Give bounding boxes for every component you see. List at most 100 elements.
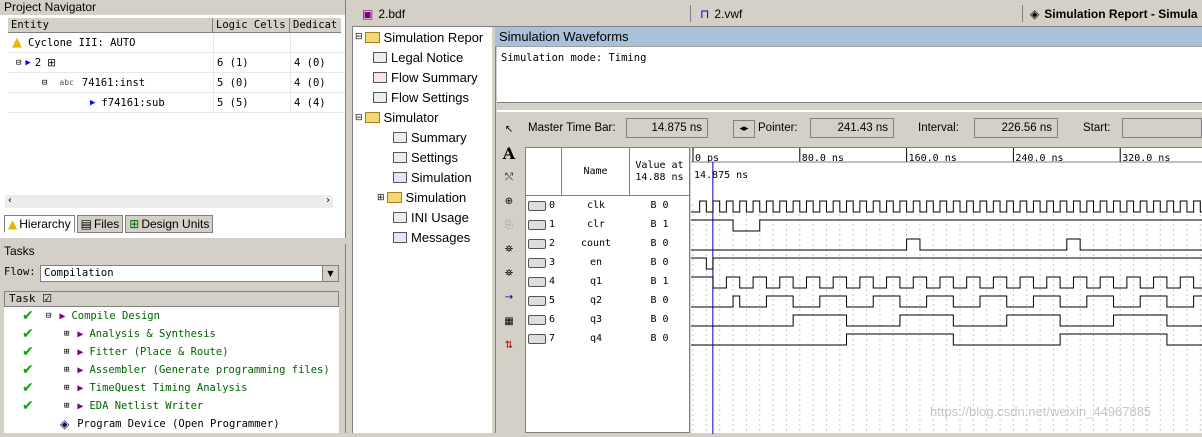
expand-icon[interactable]: ⊞ [64, 329, 69, 339]
tree-item[interactable]: ⊟ Simulator [353, 107, 492, 127]
arrow-right-icon[interactable]: → [497, 285, 521, 309]
collapse-icon[interactable]: ⊟ [16, 58, 21, 68]
entity-row[interactable]: ⊟ abc 74161:inst 5 (0) 4 (0) [8, 72, 345, 93]
scroll-right-icon[interactable]: › [325, 195, 331, 206]
task-row[interactable]: ✔ ⊞ ▶ Assembler (Generate programming files… [4, 361, 339, 379]
tab-simulation-report[interactable]: ◈ Simulation Report - Simula [1030, 4, 1202, 24]
folder-icon [386, 191, 402, 203]
collapse-icon[interactable]: ⊟ [355, 112, 363, 123]
signal-value: B 1 [650, 276, 669, 287]
entity-row[interactable]: ⊟ ▶ 2 ⊞ 6 (1) 4 (0) [8, 52, 345, 73]
scroll-left-icon[interactable]: ‹ [7, 195, 13, 206]
run-icon[interactable]: ▶ [77, 365, 83, 376]
run-icon[interactable]: ▶ [77, 329, 83, 340]
signal-row[interactable]: 6 q3 B 0 [526, 310, 689, 329]
signal-row[interactable]: 5 q2 B 0 [526, 291, 689, 310]
signal-row[interactable]: 7 q4 B 0 [526, 329, 689, 348]
tree-item[interactable]: ⊟ Simulation Repor [353, 27, 492, 47]
collapse-icon[interactable]: ⊟ [46, 311, 51, 321]
run-icon[interactable]: ▶ [77, 347, 83, 358]
task-row[interactable]: ✔ ⊞ ▶ EDA Netlist Writer [4, 397, 339, 415]
tab-2-bdf[interactable]: ▣ 2.bdf [362, 4, 405, 24]
tree-item[interactable]: Flow Settings [353, 87, 492, 107]
tree-label: Simulation Repor [383, 29, 484, 45]
tree-item[interactable]: INI Usage [353, 207, 492, 227]
signal-index-cell: 6 [526, 314, 562, 325]
col-entity[interactable]: Entity [8, 18, 213, 32]
interval-label: Interval: [918, 122, 959, 134]
tree-label: Simulation [405, 189, 467, 205]
tree-item[interactable]: Flow Summary [353, 67, 492, 87]
output-pin-icon [528, 238, 546, 249]
tab-label: Files [93, 217, 120, 231]
time-bar-stepper[interactable]: ◂▸ [733, 120, 755, 138]
task-label: Compile Design [71, 310, 160, 322]
horizontal-scrollbar[interactable]: ‹ › [4, 194, 334, 209]
chevron-down-icon[interactable]: ▼ [322, 266, 338, 281]
signal-row[interactable]: 1 clr B 1 [526, 215, 689, 234]
find-icon[interactable]: ⛯ [497, 237, 521, 261]
collapse-icon[interactable]: ⊟ [42, 78, 47, 88]
task-row[interactable]: ✔ ⊞ ▶ Analysis & Synthesis [4, 325, 339, 343]
collapse-icon[interactable]: ⊟ [355, 32, 363, 42]
run-icon[interactable]: ▶ [77, 383, 83, 394]
simulation-mode: Simulation mode: Timing [501, 52, 647, 64]
entity-name: f74161:sub [101, 96, 165, 109]
signal-row[interactable]: 2 count B 0 [526, 234, 689, 253]
tree-label: INI Usage [411, 209, 469, 225]
col-dedicated[interactable]: Dedicat [290, 18, 339, 32]
signal-trace [691, 200, 1202, 213]
tree-item[interactable]: Messages [353, 227, 492, 247]
waveform-canvas[interactable]: 0 ps 80.0 ns 160.0 ns 240.0 ns 320.0 ns14.87… [691, 148, 1202, 434]
task-label: Program Device (Open Programmer) [77, 418, 280, 430]
signal-name: q2 [589, 295, 603, 306]
tab-2-vwf[interactable]: ⊓ 2.vwf [700, 4, 742, 24]
signal-rows: 0 clk B 0 1 clr B 1 2 count B 0 3 en B 0 4 q1 B 1 5 q2 B … [526, 196, 689, 348]
sort-icon[interactable]: ⇅ [497, 333, 521, 357]
expand-icon[interactable]: ⊞ [64, 347, 69, 357]
task-row[interactable]: ◈ Program Device (Open Programmer) [4, 415, 339, 433]
entity-cells: 6 (1) [213, 52, 290, 73]
entity-row[interactable]: ▲ Cyclone III: AUTO [8, 32, 345, 53]
tree-item[interactable]: Legal Notice [353, 47, 492, 67]
tree-item[interactable]: Settings [353, 147, 492, 167]
flow-select[interactable]: Compilation ▼ [40, 265, 339, 282]
waveform-view[interactable]: 0 ps 80.0 ns 160.0 ns 240.0 ns 320.0 ns 14.87… [691, 147, 1202, 434]
tree-item[interactable]: Summary [353, 127, 492, 147]
signal-value: B 0 [650, 295, 669, 306]
tree-item[interactable]: ⊞ Simulation [353, 187, 492, 207]
tab-design-units[interactable]: ⊞ Design Units [125, 215, 214, 233]
col-logic-cells[interactable]: Logic Cells [213, 18, 290, 32]
selection-tool-icon[interactable]: ↖ [497, 117, 521, 141]
run-icon[interactable]: ▶ [59, 311, 65, 322]
replace-icon[interactable]: ⛯ [497, 261, 521, 285]
output-pin-icon [528, 314, 546, 325]
watermark: https://blog.csdn.net/weixin_44967885 [930, 404, 1152, 419]
text-tool-icon[interactable]: A [497, 141, 521, 165]
signal-row[interactable]: 3 en B 0 [526, 253, 689, 272]
tree-item[interactable]: Simulation [353, 167, 492, 187]
task-row[interactable]: ✔ ⊞ ▶ Fitter (Place & Route) [4, 343, 339, 361]
run-icon[interactable]: ▶ [77, 401, 83, 412]
task-row[interactable]: ✔ ⊟ ▶ Compile Design [4, 307, 339, 325]
tab-hierarchy[interactable]: ▲ Hierarchy [4, 215, 75, 233]
expand-icon[interactable]: ⊞ [377, 192, 385, 203]
grid-icon[interactable]: ▦ [497, 309, 521, 333]
task-label: Analysis & Synthesis [89, 328, 216, 340]
expand-icon[interactable]: ⊞ [64, 383, 69, 393]
signal-row[interactable]: 4 q1 B 1 [526, 272, 689, 291]
tab-files[interactable]: ▤ Files [76, 215, 124, 233]
task-row[interactable]: ✔ ⊞ ▶ TimeQuest Timing Analysis [4, 379, 339, 397]
waveform-edit-icon[interactable]: ⤲ [497, 165, 521, 189]
expand-icon[interactable]: ⊞ [64, 401, 69, 411]
task-label: EDA Netlist Writer [89, 400, 204, 412]
zoom-icon[interactable]: ⊕ [497, 189, 521, 213]
master-time-bar-value[interactable]: 14.875 ns [626, 118, 708, 138]
entity-row[interactable]: ▶ f74161:sub 5 (5) 4 (4) [8, 92, 345, 113]
start-value[interactable] [1122, 118, 1202, 138]
table-icon [393, 131, 407, 143]
table-icon [393, 211, 407, 223]
expand-icon[interactable]: ⊞ [64, 365, 69, 375]
signal-row[interactable]: 0 clk B 0 [526, 196, 689, 215]
copy-icon[interactable]: ⎘ [497, 213, 521, 237]
